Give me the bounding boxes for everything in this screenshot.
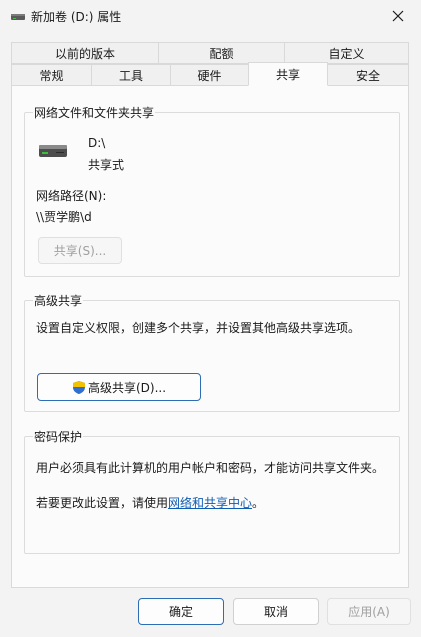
tab-label: 常规 (39, 68, 64, 83)
drive-icon (10, 9, 26, 25)
tab-sharing[interactable]: 共享 (248, 62, 328, 86)
tab-quota[interactable]: 配额 (158, 42, 285, 64)
advanced-sharing-button[interactable]: 高级共享(D)... (37, 373, 201, 401)
network-path-label: 网络路径(N): (36, 189, 107, 203)
advanced-sharing-group: 高级共享 设置自定义权限，创建多个共享，并设置其他高级共享选项。 高级共享(D)… (24, 292, 400, 412)
drive-share-status: 共享式 (88, 158, 125, 172)
tab-label: 安全 (355, 68, 380, 83)
network-sharing-group-label: 网络文件和文件夹共享 (33, 104, 156, 121)
network-sharing-center-link[interactable]: 网络和共享中心 (168, 496, 252, 510)
tab-customize[interactable]: 自定义 (284, 42, 409, 64)
tab-label: 以前的版本 (54, 46, 115, 61)
advanced-sharing-group-label: 高级共享 (33, 292, 84, 309)
apply-button-label: 应用(A) (348, 605, 390, 619)
close-button[interactable] (375, 0, 421, 32)
tab-label: 自定义 (328, 46, 365, 61)
tab-general[interactable]: 常规 (11, 64, 92, 86)
tab-hardware[interactable]: 硬件 (170, 64, 249, 86)
share-button-label: 共享(S)... (53, 244, 107, 258)
close-icon (392, 10, 404, 22)
advanced-sharing-description: 设置自定义权限，创建多个共享，并设置其他高级共享选项。 (36, 321, 361, 335)
advanced-sharing-button-label: 高级共享(D)... (87, 380, 167, 395)
password-protection-description: 用户必须具有此计算机的用户帐户和密码，才能访问共享文件夹。 (36, 461, 385, 475)
tab-previous-versions[interactable]: 以前的版本 (11, 42, 159, 64)
cancel-button-label: 取消 (263, 605, 288, 619)
tab-security[interactable]: 安全 (327, 64, 409, 86)
tab-label: 硬件 (197, 68, 222, 83)
network-sharing-group: 网络文件和文件夹共享 D:\ 共享式 网络路径(N): \\贾学鹏\d 共享(S… (24, 104, 400, 277)
uac-shield-icon (72, 380, 86, 395)
ok-button[interactable]: 确定 (138, 598, 224, 625)
share-button[interactable]: 共享(S)... (38, 237, 122, 264)
title-bar: 新加卷 (D:) 属性 (0, 0, 421, 32)
window-title: 新加卷 (D:) 属性 (31, 10, 122, 24)
network-drive-icon (36, 135, 70, 172)
tab-label: 共享 (275, 67, 300, 82)
tab-label: 工具 (118, 68, 143, 83)
password-change-prefix: 若要更改此设置，请使用 (36, 496, 169, 510)
drive-name: D:\ (88, 136, 106, 150)
password-protection-group: 密码保护 用户必须具有此计算机的用户帐户和密码，才能访问共享文件夹。 若要更改此… (24, 428, 400, 554)
ok-button-label: 确定 (168, 605, 193, 619)
apply-button[interactable]: 应用(A) (327, 598, 411, 625)
cancel-button[interactable]: 取消 (233, 598, 319, 625)
tab-label: 配额 (209, 46, 234, 61)
network-path-value: \\贾学鹏\d (36, 210, 92, 224)
tab-tools[interactable]: 工具 (91, 64, 171, 86)
password-change-suffix: 。 (252, 496, 265, 510)
password-protection-group-label: 密码保护 (33, 428, 84, 445)
password-change-text: 若要更改此设置，请使用网络和共享中心。 (36, 494, 264, 511)
sharing-panel: 网络文件和文件夹共享 D:\ 共享式 网络路径(N): \\贾学鹏\d 共享(S… (11, 85, 409, 588)
